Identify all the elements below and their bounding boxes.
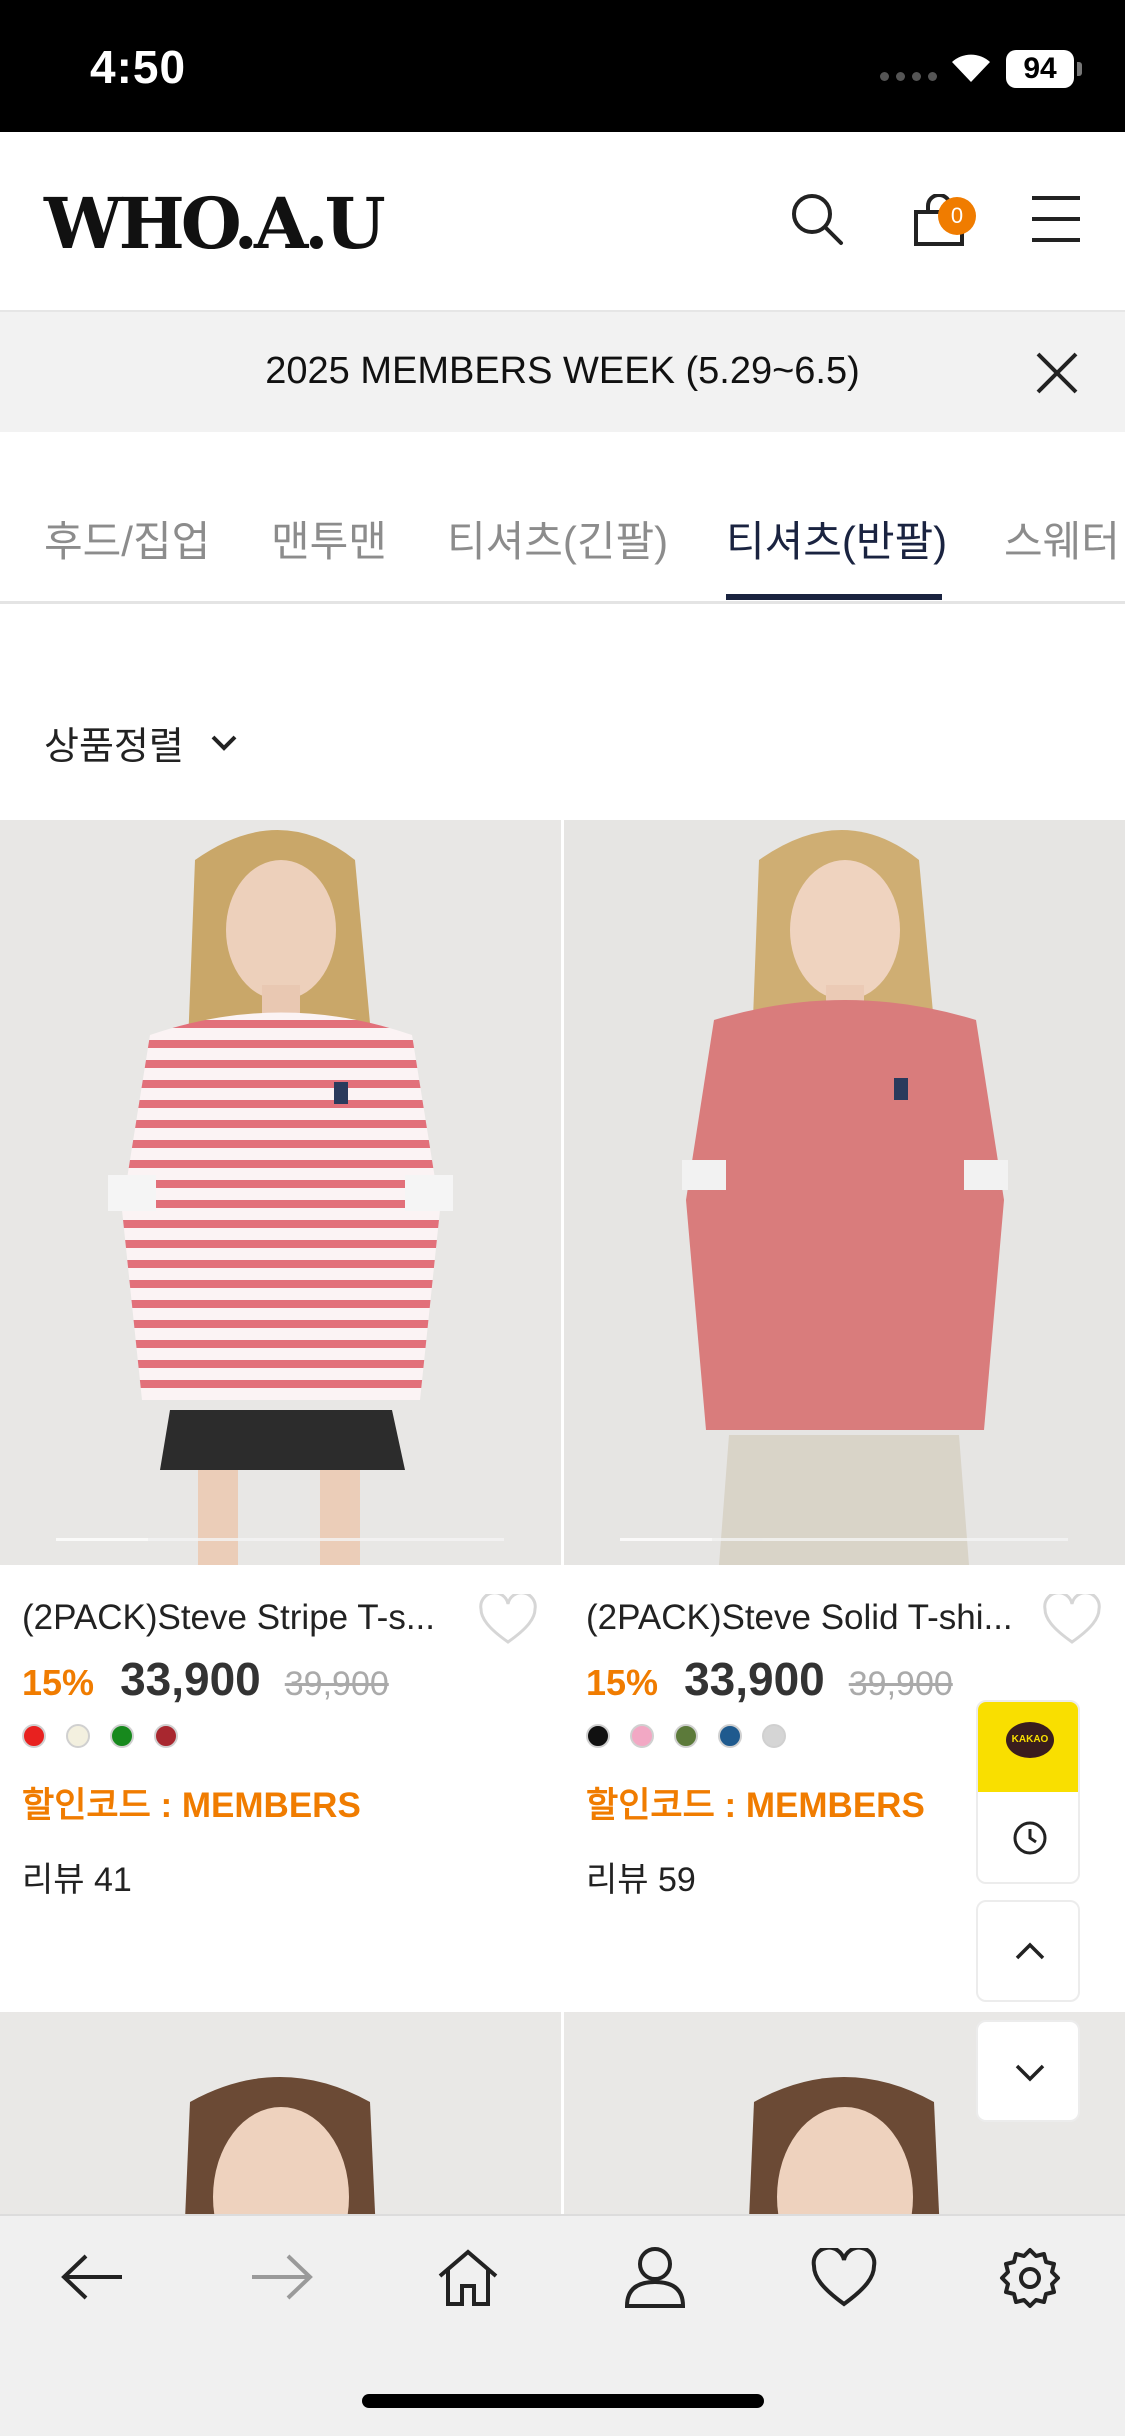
status-time: 4:50 [90,41,187,93]
color-swatches [586,1724,786,1748]
home-indicator [362,2394,764,2408]
scroll-bottom-button[interactable] [976,2020,1080,2122]
clock-icon[interactable] [1012,1820,1048,1856]
color-swatch [762,1724,786,1748]
tab-hoodie-zipup[interactable]: 후드/집업 [44,508,210,569]
close-icon[interactable] [1034,350,1080,396]
discount-rate: 15% [586,1662,659,1703]
original-price: 39,900 [848,1665,953,1703]
chevron-down-icon [1015,2064,1045,2082]
tab-sweater[interactable]: 스웨터 [1004,508,1120,569]
tab-short-sleeve-tshirt[interactable]: 티셔츠(반팔) [726,508,947,569]
account-icon[interactable] [623,2244,687,2308]
product-card[interactable]: (2PACK)Steve Solid T-shi... 15% 33,900 3… [564,820,1125,1899]
active-tab-indicator [726,594,942,600]
promo-banner[interactable]: 2025 MEMBERS WEEK (5.29~6.5) [0,310,1125,432]
sale-price: 33,900 [120,1653,261,1705]
original-price: 39,900 [284,1665,389,1703]
price-row: 15% 33,900 39,900 [586,1652,953,1706]
battery-level: 94 [1006,50,1074,88]
tab-sweatshirt[interactable]: 맨투맨 [271,508,387,569]
kakao-chat-button[interactable]: KAKAO [978,1702,1078,1792]
product-image[interactable] [0,820,561,1565]
settings-gear-icon[interactable] [998,2246,1062,2310]
heart-icon[interactable] [810,2248,878,2308]
color-swatch [586,1724,610,1748]
category-tabs: 후드/집업 맨투맨 티셔츠(긴팔) 티셔츠(반팔) 스웨터 [0,432,1125,604]
price-row: 15% 33,900 39,900 [22,1652,389,1706]
product-card[interactable]: (2PACK)Steve Stripe T-s... 15% 33,900 39… [0,820,561,1899]
chevron-up-icon [1015,1942,1045,1960]
battery-tip [1077,62,1082,76]
sale-price: 33,900 [684,1653,825,1705]
site-header: WHO.A.U 0 [0,132,1125,310]
discount-rate: 15% [22,1662,95,1703]
image-pager [56,1538,504,1541]
color-swatch [110,1724,134,1748]
wifi-icon [952,54,990,82]
product-name[interactable]: (2PACK)Steve Solid T-shi... [586,1598,1026,1638]
color-swatch [66,1724,90,1748]
search-icon[interactable] [790,192,844,246]
hamburger-menu-icon[interactable] [1030,194,1082,244]
banner-text: 2025 MEMBERS WEEK (5.29~6.5) [265,350,860,392]
forward-arrow-icon[interactable] [248,2252,314,2302]
sort-dropdown[interactable]: 상품정렬 [44,715,238,770]
kakao-chat-widget[interactable]: KAKAO [976,1700,1080,1884]
back-arrow-icon[interactable] [60,2252,126,2302]
status-bar: 4:50 94 [0,0,1125,132]
image-pager [620,1538,1068,1541]
color-swatch [630,1724,654,1748]
review-count: 리뷰 41 [22,1861,132,1899]
home-icon[interactable] [436,2248,500,2308]
color-swatch [718,1724,742,1748]
scroll-top-button[interactable] [976,1900,1080,2002]
color-swatch [154,1724,178,1748]
sort-label: 상품정렬 [44,726,184,768]
chevron-down-icon [211,735,237,751]
color-swatch [22,1724,46,1748]
color-swatch [674,1724,698,1748]
heart-icon[interactable] [1042,1594,1102,1646]
model-photo-pink-tshirt [564,820,1125,1565]
brand-logo[interactable]: WHO.A.U [44,182,386,265]
model-photo-striped-tshirt [0,820,561,1565]
heart-icon[interactable] [478,1594,538,1646]
tab-long-sleeve-tshirt[interactable]: 티셔츠(긴팔) [447,508,668,569]
color-swatches [22,1724,178,1748]
cellular-signal-icon [880,72,937,81]
cart-count-badge: 0 [938,197,976,235]
kakao-icon: KAKAO [1006,1722,1054,1758]
discount-code: 할인코드 : MEMBERS [22,1786,361,1825]
product-name[interactable]: (2PACK)Steve Stripe T-s... [22,1598,462,1638]
discount-code: 할인코드 : MEMBERS [586,1786,925,1825]
product-image[interactable] [564,820,1125,1565]
review-count: 리뷰 59 [586,1861,696,1899]
